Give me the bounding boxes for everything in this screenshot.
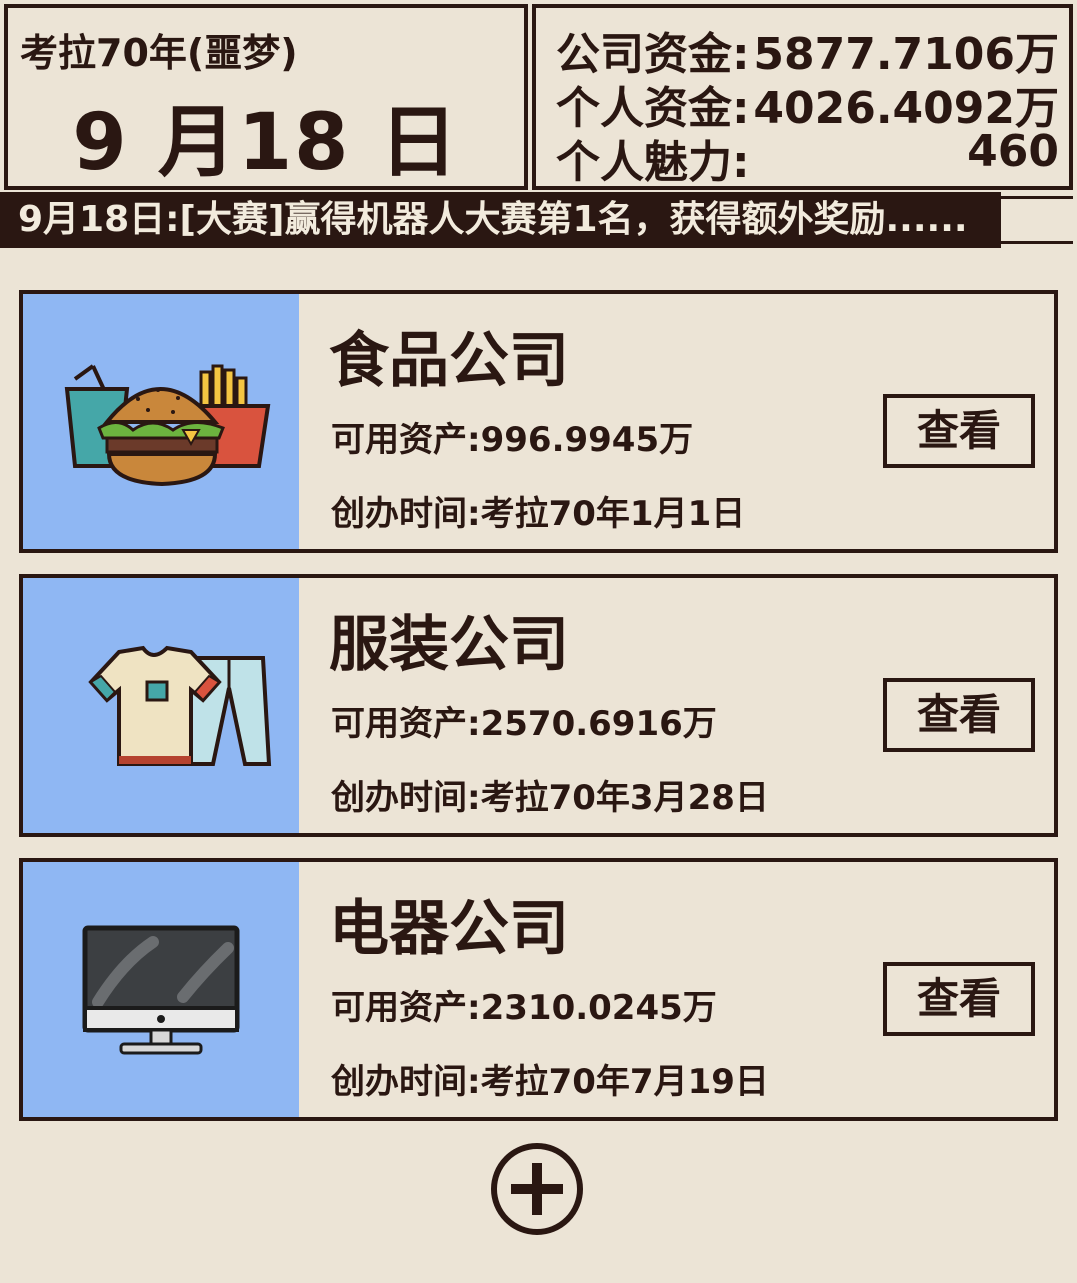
view-button[interactable]: 查看 [883,678,1035,752]
company-name: 食品公司 [329,326,569,396]
ticker-end [1001,196,1073,244]
company-asset: 可用资产:2310.0245万 [331,988,717,1028]
company-name: 服装公司 [329,610,569,680]
company-founded: 创办时间:考拉70年1月1日 [331,494,746,534]
plus-circle-icon [491,1143,583,1235]
company-asset: 可用资产:2570.6916万 [331,704,717,744]
news-ticker[interactable]: 9月18日:[大赛]赢得机器人大赛第1名，获得额外奖励...... [0,192,1001,248]
company-image [23,578,299,833]
personal-funds-row: 个人资金: 4026.4092万 [556,72,1059,134]
add-company-button[interactable] [489,1141,585,1237]
fast-food-icon [64,364,271,487]
company-card-clothing[interactable]: 服装公司 可用资产:2570.6916万 创办时间:考拉70年3月28日 查看 [19,574,1058,837]
year-label: 考拉70年(噩梦) [20,31,298,75]
charm-value: 460 [967,126,1059,177]
company-card-food[interactable]: 食品公司 可用资产:996.9945万 创办时间:考拉70年1月1日 查看 [19,290,1058,553]
company-asset: 可用资产:996.9945万 [331,420,694,460]
company-founded: 创办时间:考拉70年3月28日 [331,778,769,818]
date-panel: 考拉70年(噩梦) 9 月18 日 [4,4,528,190]
view-button[interactable]: 查看 [883,962,1035,1036]
charm-label: 个人魅力: [556,137,750,188]
company-funds-row: 公司资金: 5877.7106万 [556,18,1059,80]
company-image [23,294,299,549]
company-image [23,862,299,1117]
view-button[interactable]: 查看 [883,394,1035,468]
current-date: 9 月18 日 [72,98,460,188]
monitor-icon [82,925,240,1055]
stats-panel: 公司资金: 5877.7106万 个人资金: 4026.4092万 个人魅力: … [532,4,1073,190]
header: 考拉70年(噩梦) 9 月18 日 公司资金: 5877.7106万 个人资金:… [0,0,1077,191]
company-founded: 创办时间:考拉70年7月19日 [331,1062,769,1102]
clothing-icon [88,645,272,766]
charm-row: 个人魅力: 460 [556,126,1059,188]
company-name: 电器公司 [329,894,569,964]
company-card-electronics[interactable]: 电器公司 可用资产:2310.0245万 创办时间:考拉70年7月19日 查看 [19,858,1058,1121]
